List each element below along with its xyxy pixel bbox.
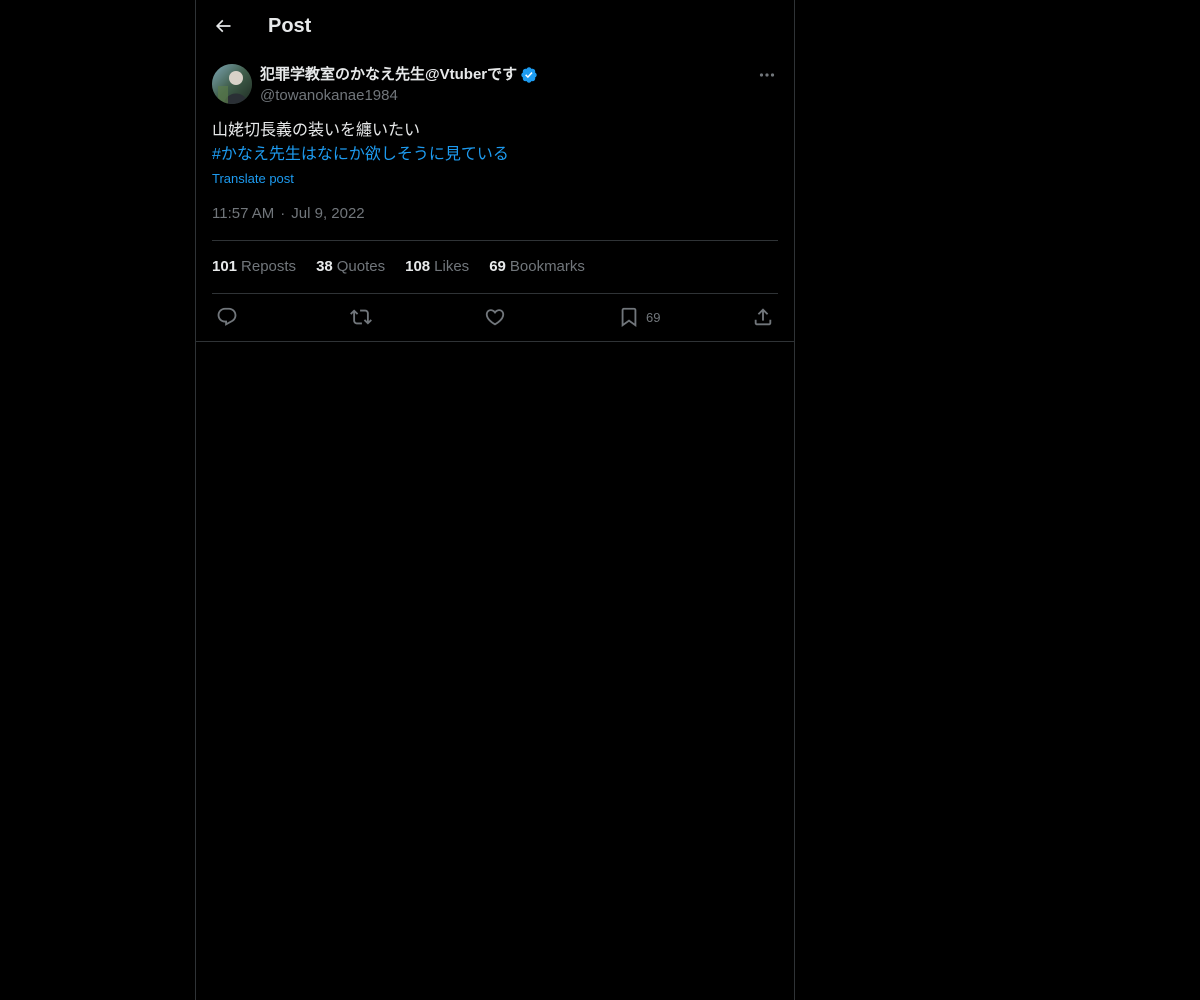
reposts-stat[interactable]: 101 Reposts xyxy=(212,257,296,277)
likes-label: Likes xyxy=(434,258,470,275)
author-handle[interactable]: @towanokanae1984 xyxy=(260,86,538,106)
back-button[interactable] xyxy=(208,11,238,41)
share-button[interactable] xyxy=(752,304,774,330)
post-text: 山姥切長義の装いを纏いたい xyxy=(212,122,421,139)
separator-dot: · xyxy=(280,205,286,222)
post-date[interactable]: Jul 9, 2022 xyxy=(291,205,364,222)
post-time[interactable]: 11:57 AM xyxy=(212,205,274,222)
post-timestamp: 11:57 AM · Jul 9, 2022 xyxy=(212,204,365,224)
bookmarks-count: 69 xyxy=(489,258,506,275)
bookmark-count: 69 xyxy=(646,309,661,325)
avatar[interactable] xyxy=(212,64,252,104)
more-options-button[interactable] xyxy=(756,66,778,84)
bookmark-button[interactable]: 69 xyxy=(618,304,660,330)
divider xyxy=(212,240,778,241)
post-stats: 101 Reposts 38 Quotes 108 Likes 69 Bookmarks xyxy=(212,257,605,277)
arrow-left-icon xyxy=(215,19,231,33)
heart-icon xyxy=(485,309,505,326)
like-button[interactable] xyxy=(484,304,506,330)
divider xyxy=(212,293,778,294)
main-column: Post 犯罪学教室のかなえ先生@Vtuberです @towanokanae19… xyxy=(195,0,795,1000)
page-title: Post xyxy=(268,15,312,37)
post-body: 山姥切長義の装いを纏いたい #かなえ先生はなにか欲しそうに見ている Transl… xyxy=(212,119,778,191)
top-bar: Post xyxy=(196,0,794,53)
quotes-label: Quotes xyxy=(336,258,386,275)
hashtag-link[interactable]: #かなえ先生はなにか欲しそうに見ている xyxy=(212,143,778,167)
post-bottom-border xyxy=(196,341,794,342)
quotes-count: 38 xyxy=(316,258,333,275)
reposts-count: 101 xyxy=(212,258,238,275)
bookmarks-label: Bookmarks xyxy=(509,258,585,275)
quotes-stat[interactable]: 38 Quotes xyxy=(316,257,385,277)
verified-badge-icon[interactable] xyxy=(520,66,538,84)
share-icon xyxy=(754,308,772,326)
repost-button[interactable] xyxy=(350,304,372,330)
reply-button[interactable] xyxy=(216,304,238,330)
post-actions: 69 xyxy=(212,304,778,330)
bookmarks-stat[interactable]: 69 Bookmarks xyxy=(489,257,585,277)
likes-stat[interactable]: 108 Likes xyxy=(405,257,469,277)
author-info: 犯罪学教室のかなえ先生@Vtuberです @towanokanae1984 xyxy=(260,64,538,106)
translate-post-link[interactable]: Translate post xyxy=(212,167,778,191)
repost-icon xyxy=(350,309,372,325)
reply-icon xyxy=(217,307,237,326)
author-name[interactable]: 犯罪学教室のかなえ先生@Vtuberです xyxy=(260,64,517,86)
likes-count: 108 xyxy=(405,258,431,275)
bookmark-icon xyxy=(621,307,637,328)
reposts-label: Reposts xyxy=(241,258,297,275)
more-icon xyxy=(759,73,775,77)
avatar-image xyxy=(212,64,252,104)
